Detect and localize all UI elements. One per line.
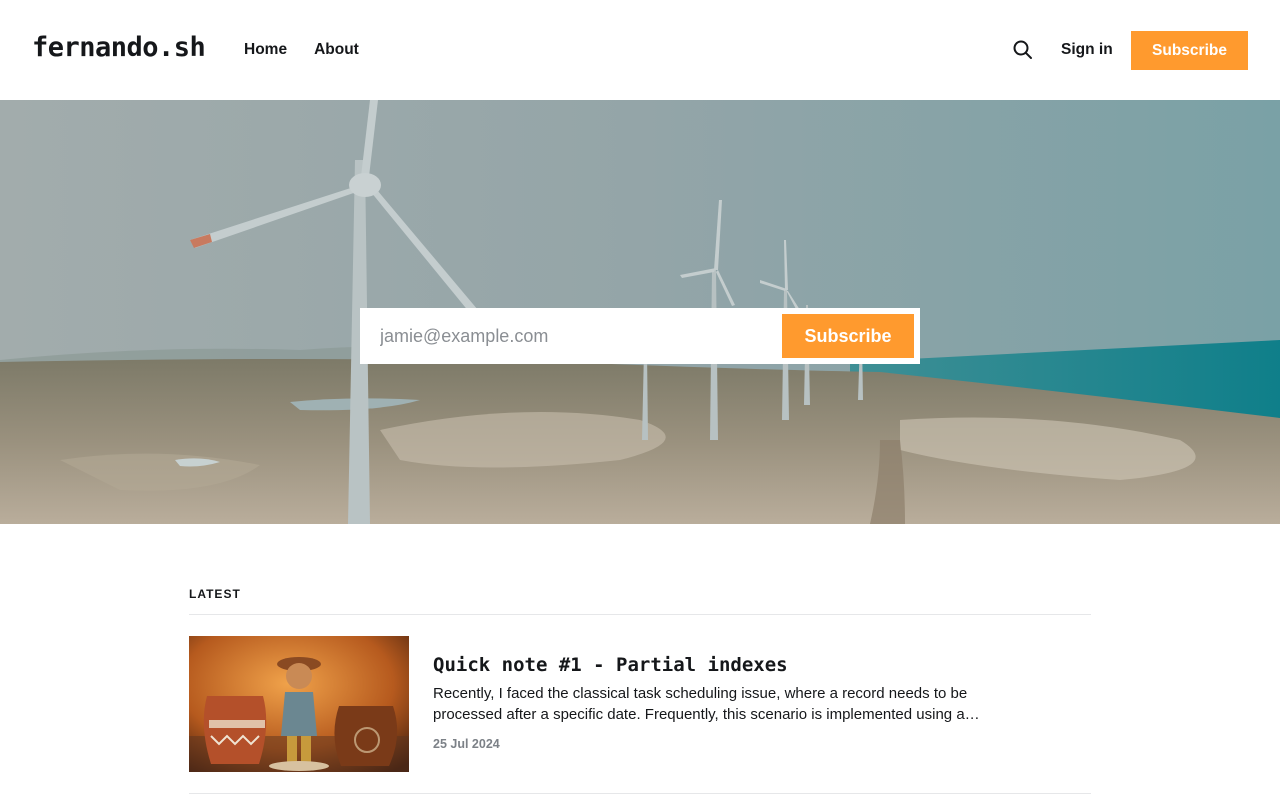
divider [189, 614, 1091, 615]
search-icon [1013, 40, 1032, 59]
post-title[interactable]: Quick note #1 - Partial indexes [433, 652, 788, 678]
post-thumbnail[interactable] [189, 636, 409, 772]
nav-home-link[interactable]: Home [244, 38, 287, 62]
hero-subscribe-form: Subscribe [360, 308, 920, 364]
latest-section-label: LATEST [189, 587, 241, 601]
signin-link[interactable]: Sign in [1061, 38, 1113, 62]
nav-about-link[interactable]: About [314, 38, 359, 62]
post-card[interactable]: Quick note #1 - Partial indexes Recently… [189, 636, 1091, 772]
site-header: fernando.sh Home About Sign in Subscribe [0, 0, 1280, 100]
hero-banner: Subscribe [0, 100, 1280, 524]
main-nav: Home About [244, 38, 359, 62]
divider [189, 793, 1091, 794]
post-excerpt: Recently, I faced the classical task sch… [433, 685, 980, 723]
post-date: 25 Jul 2024 [433, 737, 500, 751]
search-button[interactable] [1011, 38, 1035, 62]
email-input[interactable] [360, 308, 780, 364]
header-subscribe-button[interactable]: Subscribe [1131, 31, 1248, 70]
site-logo[interactable]: fernando.sh [32, 30, 206, 66]
hero-subscribe-button[interactable]: Subscribe [782, 314, 914, 358]
